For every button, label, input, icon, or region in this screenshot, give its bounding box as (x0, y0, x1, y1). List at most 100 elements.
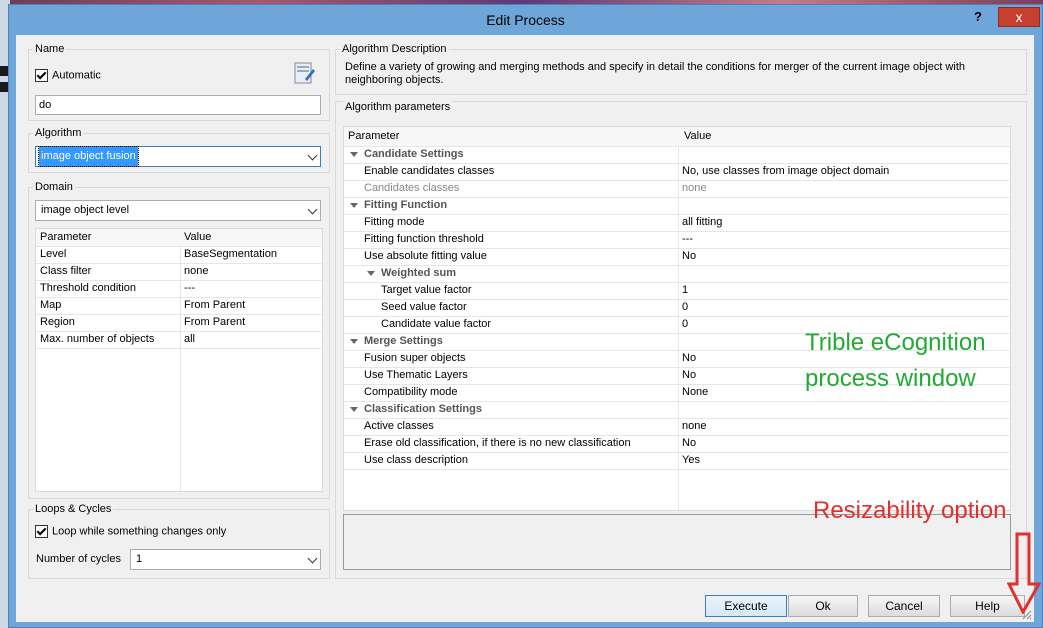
close-icon: x (1015, 9, 1023, 25)
table-row[interactable]: Max. number of objects all (36, 331, 322, 349)
table-row[interactable]: Level BaseSegmentation (36, 246, 322, 264)
number-of-cycles-select[interactable]: 1 (130, 549, 321, 570)
group-label: Weighted sum (381, 267, 456, 279)
collapse-triangle-icon[interactable] (350, 151, 358, 157)
execute-button[interactable]: Execute (705, 595, 787, 617)
algorithm-select[interactable]: image object fusion (35, 146, 321, 167)
row-parameter: Fitting mode (364, 216, 425, 228)
collapse-triangle-icon[interactable] (350, 202, 358, 208)
row-value[interactable]: --- (184, 280, 195, 297)
row-value[interactable]: none (184, 263, 208, 280)
ok-button[interactable]: Ok (788, 595, 858, 617)
row-parameter: Region (40, 316, 75, 328)
parameter-group-row[interactable]: Weighted sum (344, 265, 1010, 283)
row-parameter: Candidates classes (364, 182, 460, 194)
table-row[interactable]: Erase old classification, if there is no… (344, 435, 1010, 453)
automatic-checkbox[interactable]: Automatic (35, 69, 101, 82)
parameter-group-row[interactable]: Fitting Function (344, 197, 1010, 215)
algorithm-selected-value: image object fusion (38, 146, 139, 167)
row-value[interactable]: From Parent (184, 314, 245, 331)
row-value[interactable]: all (184, 331, 195, 348)
parameter-group-row[interactable]: Candidate Settings (344, 146, 1010, 164)
table-row[interactable]: Map From Parent (36, 297, 322, 315)
row-value[interactable]: --- (682, 231, 693, 248)
row-parameter: Compatibility mode (364, 386, 458, 398)
title-bar[interactable]: Edit Process ? x (9, 5, 1042, 35)
group-label: Classification Settings (364, 403, 482, 415)
row-parameter: Target value factor (381, 284, 472, 296)
row-value[interactable]: 0 (682, 316, 688, 333)
domain-selected-value: image object level (41, 204, 130, 216)
table-row[interactable]: Candidates classes none (344, 180, 1010, 198)
table-row[interactable]: Target value factor 1 (344, 282, 1010, 300)
number-of-cycles-label: Number of cycles (36, 553, 121, 565)
algorithm-description-text: Define a variety of growing and merging … (345, 61, 965, 86)
row-value[interactable]: none (682, 180, 706, 197)
table-row[interactable]: Class filter none (36, 263, 322, 281)
checkbox-checked-icon (35, 69, 48, 82)
name-legend: Name (35, 43, 65, 55)
close-button[interactable]: x (998, 7, 1040, 27)
row-parameter: Candidate value factor (381, 318, 492, 330)
group-label: Merge Settings (364, 335, 443, 347)
group-cell: Classification Settings (350, 401, 482, 418)
help-question-button[interactable]: ? (974, 9, 982, 24)
column-header-value: Value (184, 231, 212, 243)
collapse-triangle-icon[interactable] (367, 270, 375, 276)
table-header-row: Parameter Value (344, 127, 1010, 147)
background-fragment (0, 66, 8, 76)
chevron-down-icon (307, 204, 318, 215)
algorithm-description-legend: Algorithm Description (342, 43, 447, 55)
table-row[interactable]: Fitting mode all fitting (344, 214, 1010, 232)
table-row[interactable]: Active classes none (344, 418, 1010, 436)
loop-while-changes-checkbox[interactable]: Loop while something changes only (35, 525, 226, 538)
parameter-group-row[interactable]: Classification Settings (344, 401, 1010, 419)
group-label: Candidate Settings (364, 148, 464, 160)
down-arrow-icon (1007, 532, 1041, 614)
group-cell: Weighted sum (367, 265, 456, 282)
row-parameter: Seed value factor (381, 301, 467, 313)
row-value[interactable]: none (682, 418, 706, 435)
group-cell: Candidate Settings (350, 146, 464, 163)
edit-name-icon[interactable] (293, 61, 315, 85)
background-fragment (0, 82, 8, 92)
row-value[interactable]: 0 (682, 299, 688, 316)
domain-select[interactable]: image object level (35, 200, 321, 221)
collapse-triangle-icon[interactable] (350, 406, 358, 412)
row-value[interactable]: From Parent (184, 297, 245, 314)
row-parameter: Active classes (364, 420, 434, 432)
row-parameter: Map (40, 299, 62, 311)
row-value[interactable]: No (682, 367, 696, 384)
table-row[interactable]: Fitting function threshold --- (344, 231, 1010, 249)
table-row[interactable]: Enable candidates classes No, use classes… (344, 163, 1010, 181)
row-value[interactable]: Yes (682, 452, 700, 469)
cancel-button[interactable]: Cancel (868, 595, 940, 617)
domain-parameter-table: Parameter Value Level BaseSegmentation C… (35, 228, 323, 492)
row-value[interactable]: all fitting (682, 214, 722, 231)
annotation-line-2: process window (805, 365, 976, 392)
row-value[interactable]: 1 (682, 282, 688, 299)
row-value[interactable]: No (682, 350, 696, 367)
automatic-label: Automatic (52, 69, 101, 82)
name-input[interactable]: do (35, 95, 321, 115)
column-header-parameter: Parameter (40, 231, 92, 243)
row-parameter: Threshold condition (40, 282, 137, 294)
row-value[interactable]: No (682, 435, 696, 452)
table-row[interactable]: Threshold condition --- (36, 280, 322, 298)
collapse-triangle-icon[interactable] (350, 338, 358, 344)
table-row[interactable]: Region From Parent (36, 314, 322, 332)
table-header-row: Parameter Value (36, 229, 322, 247)
row-parameter: Use Thematic Layers (364, 369, 468, 381)
window-title: Edit Process (486, 12, 565, 28)
table-row[interactable]: Seed value factor 0 (344, 299, 1010, 317)
row-parameter: Level (40, 248, 67, 260)
table-row[interactable]: Use absolute fitting value No (344, 248, 1010, 266)
row-parameter: Fusion super objects (364, 352, 466, 364)
row-value[interactable]: BaseSegmentation (184, 246, 277, 263)
row-value[interactable]: No, use classes from image object domain (682, 163, 889, 180)
row-value[interactable]: No (682, 248, 696, 265)
row-parameter: Class filter (40, 265, 92, 277)
row-value[interactable]: None (682, 384, 708, 401)
row-parameter: Fitting function threshold (364, 233, 484, 245)
table-row[interactable]: Use class description Yes (344, 452, 1010, 470)
